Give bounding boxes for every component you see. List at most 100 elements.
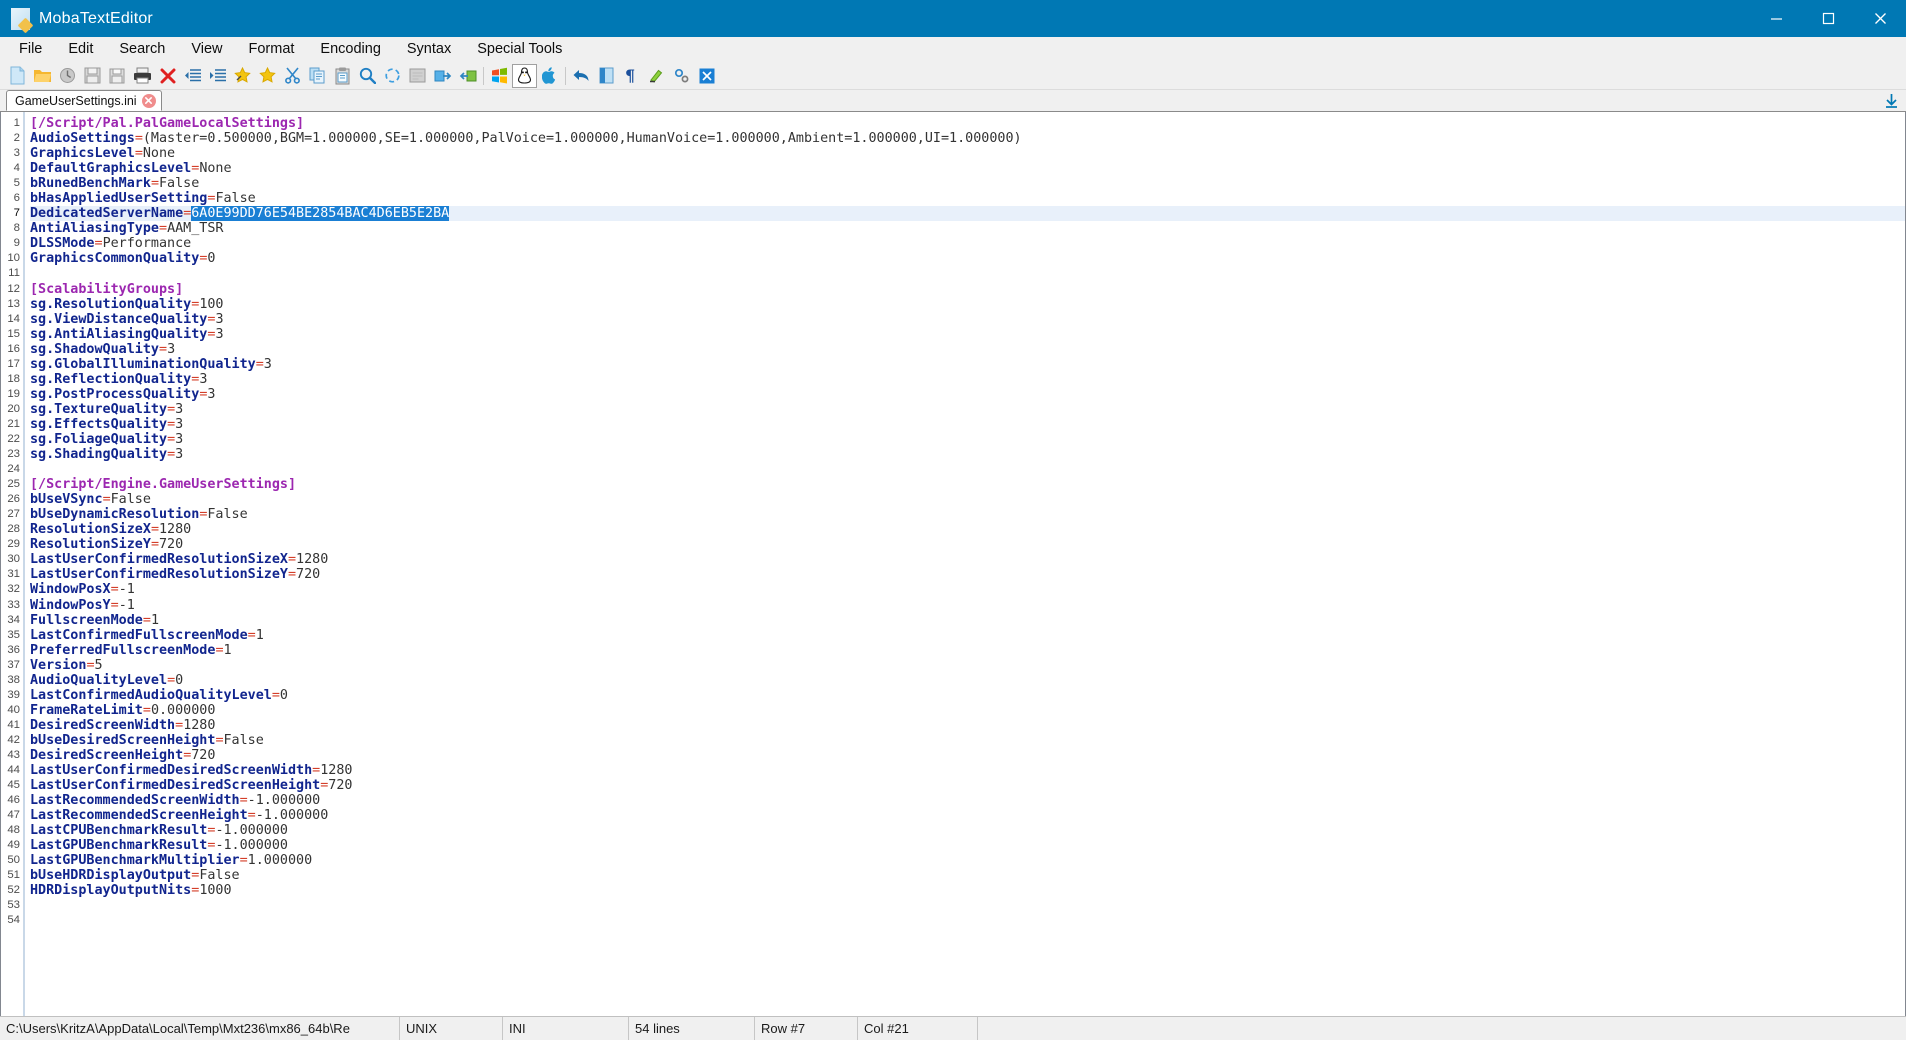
code-line[interactable]: sg.ReflectionQuality=3	[30, 372, 1905, 387]
menu-search[interactable]: Search	[106, 38, 178, 61]
paste-clipboard-icon[interactable]	[330, 64, 355, 88]
code-line[interactable]: sg.FoliageQuality=3	[30, 432, 1905, 447]
menu-encoding[interactable]: Encoding	[307, 38, 393, 61]
code-line[interactable]: LastRecommendedScreenWidth=-1.000000	[30, 793, 1905, 808]
menu-special-tools[interactable]: Special Tools	[464, 38, 575, 61]
code-line[interactable]	[30, 462, 1905, 477]
code-line[interactable]: DesiredScreenWidth=1280	[30, 718, 1905, 733]
save-icon[interactable]	[80, 64, 105, 88]
code-line[interactable]: HDRDisplayOutputNits=1000	[30, 883, 1905, 898]
code-line[interactable]: AudioSettings=(Master=0.500000,BGM=1.000…	[30, 131, 1905, 146]
undo-icon[interactable]	[569, 64, 594, 88]
code-line[interactable]	[30, 266, 1905, 281]
editor[interactable]: 1 2 3 4 5 6 7 8 9 10 11 12 13 14 15 16 17 18 19 20 21 22 23 24 2…	[1, 112, 1905, 1016]
highlighter-icon[interactable]	[644, 64, 669, 88]
word-wrap-icon[interactable]	[405, 64, 430, 88]
status-syntax[interactable]: INI	[503, 1017, 629, 1040]
code-line[interactable]: AntiAliasingType=AAM_TSR	[30, 221, 1905, 236]
menu-syntax[interactable]: Syntax	[394, 38, 464, 61]
code-line[interactable]: sg.ShadowQuality=3	[30, 342, 1905, 357]
goto-next-icon[interactable]	[430, 64, 455, 88]
code-line[interactable]: sg.AntiAliasingQuality=3	[30, 327, 1905, 342]
code-line[interactable]: bHasAppliedUserSetting=False	[30, 191, 1905, 206]
bookmark-icon[interactable]	[255, 64, 280, 88]
code-line[interactable]: sg.EffectsQuality=3	[30, 417, 1905, 432]
open-folder-icon[interactable]	[30, 64, 55, 88]
code-line[interactable]: LastCPUBenchmarkResult=-1.000000	[30, 823, 1905, 838]
menu-edit[interactable]: Edit	[55, 38, 106, 61]
code-line[interactable]: DesiredScreenHeight=720	[30, 748, 1905, 763]
find-magnifier-icon[interactable]	[355, 64, 380, 88]
scroll-down-arrow-icon[interactable]	[1883, 89, 1900, 111]
goto-prev-icon[interactable]	[455, 64, 480, 88]
code-line[interactable]: sg.ShadingQuality=3	[30, 447, 1905, 462]
code-line[interactable]: FrameRateLimit=0.000000	[30, 703, 1905, 718]
code-line[interactable]: ResolutionSizeX=1280	[30, 522, 1905, 537]
tab-gameusersettings-ini[interactable]: GameUserSettings.ini	[6, 90, 162, 111]
menu-file[interactable]: File	[6, 38, 55, 61]
indent-icon[interactable]	[205, 64, 230, 88]
code-line[interactable]: bUseDynamicResolution=False	[30, 507, 1905, 522]
pilcrow-icon[interactable]: ¶	[619, 64, 644, 88]
code-line[interactable]: LastGPUBenchmarkMultiplier=1.000000	[30, 853, 1905, 868]
code-line[interactable]: bUseVSync=False	[30, 492, 1905, 507]
minimize-button[interactable]	[1750, 0, 1802, 37]
new-file-icon[interactable]	[5, 64, 30, 88]
code-line[interactable]	[30, 898, 1905, 913]
redo-icon[interactable]	[594, 64, 619, 88]
close-button[interactable]	[1854, 0, 1906, 37]
status-eol[interactable]: UNIX	[400, 1017, 503, 1040]
code-line[interactable]: GraphicsCommonQuality=0	[30, 251, 1905, 266]
code-line[interactable]: LastConfirmedAudioQualityLevel=0	[30, 688, 1905, 703]
code-line[interactable]: LastConfirmedFullscreenMode=1	[30, 628, 1905, 643]
code-line[interactable]: sg.ResolutionQuality=100	[30, 297, 1905, 312]
code-line[interactable]: DefaultGraphicsLevel=None	[30, 161, 1905, 176]
menu-format[interactable]: Format	[236, 38, 308, 61]
outdent-icon[interactable]	[180, 64, 205, 88]
exit-icon[interactable]	[694, 64, 719, 88]
mac-format-icon[interactable]	[537, 64, 562, 88]
code-line[interactable]: sg.ViewDistanceQuality=3	[30, 312, 1905, 327]
code-content[interactable]: [/Script/Pal.PalGameLocalSettings] AudioS…	[25, 112, 1905, 1016]
save-as-icon[interactable]	[105, 64, 130, 88]
code-line[interactable]: AudioQualityLevel=0	[30, 673, 1905, 688]
copy-icon[interactable]	[305, 64, 330, 88]
code-line[interactable]: LastUserConfirmedDesiredScreenHeight=720	[30, 778, 1905, 793]
windows-format-icon[interactable]	[487, 64, 512, 88]
close-red-x-icon[interactable]	[155, 64, 180, 88]
reload-icon[interactable]	[55, 64, 80, 88]
bookmark-add-icon[interactable]	[230, 64, 255, 88]
cut-scissors-icon[interactable]	[280, 64, 305, 88]
code-line[interactable]: LastUserConfirmedDesiredScreenWidth=1280	[30, 763, 1905, 778]
code-line[interactable]: WindowPosY=-1	[30, 598, 1905, 613]
code-line[interactable]: bUseHDRDisplayOutput=False	[30, 868, 1905, 883]
code-line[interactable]: [ScalabilityGroups]	[30, 282, 1905, 297]
code-line[interactable]: bRunedBenchMark=False	[30, 176, 1905, 191]
code-line[interactable]: LastGPUBenchmarkResult=-1.000000	[30, 838, 1905, 853]
linux-format-icon[interactable]	[512, 63, 537, 88]
tab-close-icon[interactable]	[141, 93, 156, 108]
find-replace-icon[interactable]	[380, 64, 405, 88]
code-line[interactable]: [/Script/Pal.PalGameLocalSettings]	[30, 116, 1905, 131]
code-line[interactable]: DLSSMode=Performance	[30, 236, 1905, 251]
code-line[interactable]: ResolutionSizeY=720	[30, 537, 1905, 552]
code-line[interactable]: LastRecommendedScreenHeight=-1.000000	[30, 808, 1905, 823]
print-icon[interactable]	[130, 64, 155, 88]
settings-gear-icon[interactable]	[669, 64, 694, 88]
code-line[interactable]: PreferredFullscreenMode=1	[30, 643, 1905, 658]
code-line[interactable]: DedicatedServerName=6A0E99DD76E54BE2854B…	[30, 206, 1905, 222]
code-line[interactable]: [/Script/Engine.GameUserSettings]	[30, 477, 1905, 492]
code-line[interactable]: FullscreenMode=1	[30, 613, 1905, 628]
code-line[interactable]: GraphicsLevel=None	[30, 146, 1905, 161]
code-line[interactable]: LastUserConfirmedResolutionSizeX=1280	[30, 552, 1905, 567]
code-line[interactable]: sg.TextureQuality=3	[30, 402, 1905, 417]
code-line[interactable]: sg.PostProcessQuality=3	[30, 387, 1905, 402]
menu-view[interactable]: View	[178, 38, 235, 61]
code-line[interactable]: Version=5	[30, 658, 1905, 673]
code-line[interactable]: LastUserConfirmedResolutionSizeY=720	[30, 567, 1905, 582]
code-line[interactable]: bUseDesiredScreenHeight=False	[30, 733, 1905, 748]
code-line[interactable]	[30, 913, 1905, 928]
maximize-button[interactable]	[1802, 0, 1854, 37]
code-line[interactable]: sg.GlobalIlluminationQuality=3	[30, 357, 1905, 372]
code-line[interactable]: WindowPosX=-1	[30, 582, 1905, 597]
